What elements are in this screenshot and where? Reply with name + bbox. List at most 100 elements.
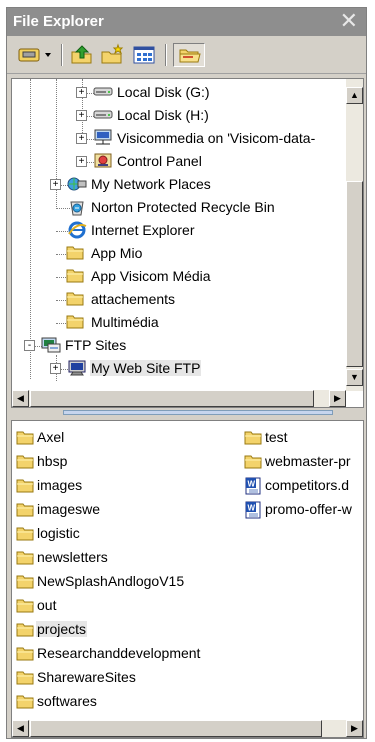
close-icon[interactable]: ✕	[340, 9, 358, 33]
files-hscroll-thumb[interactable]	[30, 720, 322, 737]
folder-icon	[66, 313, 84, 332]
drives-dropdown-button[interactable]	[15, 43, 55, 67]
tree-node[interactable]: + Local Disk (H:)	[12, 105, 346, 127]
item-label: Axel	[37, 429, 65, 445]
svg-text:W: W	[248, 504, 256, 513]
files-horizontal-scrollbar[interactable]: ◀ ▶	[12, 720, 363, 737]
new-folder-button[interactable]	[99, 43, 125, 67]
tree-hscroll-thumb[interactable]	[30, 390, 314, 407]
tree-node-label: Multimédia	[91, 314, 159, 330]
tree-node[interactable]: attachements	[12, 289, 346, 311]
item-label: newsletters	[37, 549, 108, 565]
expand-icon[interactable]: +	[50, 363, 61, 374]
tree-node[interactable]: + My Network Places	[12, 174, 346, 196]
tree-node[interactable]: Internet Explorer	[12, 220, 346, 242]
expand-icon[interactable]: +	[76, 87, 87, 98]
tree-node[interactable]: - FTP Sites	[12, 335, 346, 357]
folder-icon	[16, 645, 34, 664]
tree-node-label: Local Disk (G:)	[117, 84, 210, 100]
folder-icon	[16, 549, 34, 568]
folder-icon	[16, 669, 34, 688]
tree-node[interactable]: App Visicom Média	[12, 266, 346, 288]
item-label: promo-offer-w	[265, 501, 352, 517]
scroll-right-button[interactable]: ▶	[346, 720, 363, 737]
title-bar: File Explorer ✕	[7, 8, 366, 36]
tree-node-label: My Network Places	[91, 176, 211, 192]
item-label: out	[37, 597, 57, 613]
folder-icon	[16, 429, 34, 448]
folder-icon	[16, 573, 34, 592]
item-label: logistic	[37, 525, 80, 541]
word-document-icon: W	[244, 501, 262, 522]
tree-node-label: attachements	[91, 291, 176, 307]
folder-icon	[16, 501, 34, 520]
recycle-bin-icon	[66, 198, 88, 219]
tree-node-label: App Mio	[91, 245, 143, 261]
toolbar-separator	[165, 44, 167, 66]
splitter-grip[interactable]	[63, 410, 333, 415]
scroll-up-button[interactable]: ▲	[346, 87, 363, 104]
word-document-icon: W	[244, 477, 262, 498]
tree-node[interactable]: + Control Panel	[12, 151, 346, 173]
item-label: test	[265, 429, 288, 445]
internet-explorer-icon	[66, 221, 88, 242]
pane-splitter[interactable]	[11, 409, 364, 417]
tree-node-label: Visicommedia on 'Visicom-data-	[117, 130, 316, 146]
drive-icon	[18, 48, 51, 62]
up-folder-button[interactable]	[69, 43, 95, 67]
folder-icon	[66, 290, 84, 309]
tree-node-label: Internet Explorer	[91, 222, 195, 238]
item-label: webmaster-pr	[265, 453, 351, 469]
folder-icon	[16, 525, 34, 544]
tree-node[interactable]: App Mio	[12, 243, 346, 265]
page: p_ _pp_ File Explorer ✕	[0, 0, 375, 742]
tree-node[interactable]: + My Web Site FTP	[12, 358, 346, 380]
up-arrow-folder-icon	[71, 45, 92, 64]
folder-icon	[66, 267, 84, 286]
folder-icon	[16, 453, 34, 472]
tree-node-label: FTP Sites	[65, 337, 127, 353]
hard-drive-icon	[92, 83, 114, 102]
file-explorer-window: File Explorer ✕ + Local Disk (G:) + Loca…	[6, 7, 367, 739]
collapse-icon[interactable]: -	[24, 340, 35, 351]
tree-horizontal-scrollbar[interactable]: ◀ ▶	[12, 390, 346, 407]
tree-node[interactable]: Multimédia	[12, 312, 346, 334]
window-title: File Explorer	[13, 13, 104, 30]
item-label: Researchanddevelopment	[37, 645, 201, 661]
tree-node-label: Control Panel	[117, 153, 202, 169]
new-folder-icon	[101, 43, 124, 64]
tree-node[interactable]: + Local Disk (G:)	[12, 82, 346, 104]
tree-node[interactable]: Norton Protected Recycle Bin	[12, 197, 346, 219]
scroll-down-button[interactable]: ▼	[346, 369, 363, 386]
folder-icon	[16, 693, 34, 712]
item-label: SharewareSites	[37, 669, 136, 685]
folders-toggle-button[interactable]	[173, 43, 205, 67]
expand-icon[interactable]: +	[50, 179, 61, 190]
scroll-left-button[interactable]: ◀	[12, 390, 29, 407]
network-drive-icon	[92, 129, 114, 150]
control-panel-icon	[92, 152, 114, 173]
item-label: images	[37, 477, 83, 493]
folders-icon	[179, 49, 201, 63]
folder-icon	[16, 597, 34, 616]
tree-vertical-scrollbar[interactable]: ▲ ▼	[346, 79, 363, 391]
expand-icon[interactable]: +	[76, 110, 87, 121]
tree-node[interactable]: + Visicommedia on 'Visicom-data-	[12, 128, 346, 150]
expand-icon[interactable]: +	[76, 133, 87, 144]
tree-node-label: Norton Protected Recycle Bin	[91, 199, 275, 215]
scroll-left-button[interactable]: ◀	[12, 720, 29, 737]
item-label: projects	[36, 621, 88, 637]
tree-scroll-thumb[interactable]	[346, 181, 363, 367]
folder-icon	[66, 244, 84, 263]
view-grid-button[interactable]	[131, 43, 157, 67]
folder-icon	[244, 453, 262, 472]
toolbar-separator	[61, 44, 63, 66]
scroll-right-button[interactable]: ▶	[329, 390, 346, 407]
svg-text:W: W	[248, 480, 256, 489]
folder-icon	[16, 477, 34, 496]
grid-view-icon	[133, 46, 155, 64]
tree-node-label: Local Disk (H:)	[117, 107, 209, 123]
tree-node-label: App Visicom Média	[91, 268, 211, 284]
expand-icon[interactable]: +	[76, 156, 87, 167]
folder-icon	[16, 621, 34, 640]
